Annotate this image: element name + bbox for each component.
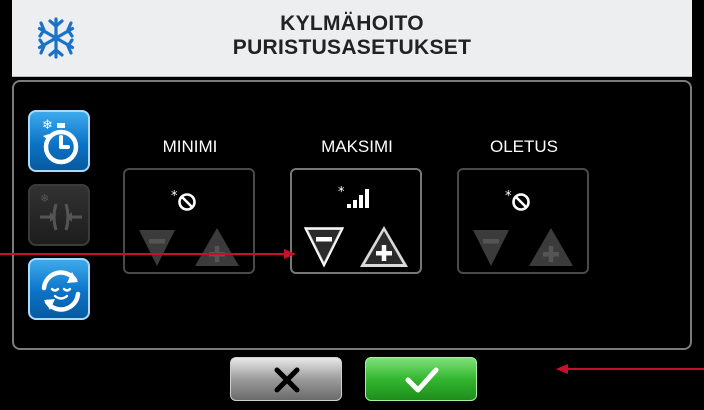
decrease-button[interactable]	[473, 230, 509, 266]
increase-button[interactable]	[529, 228, 573, 266]
relax-cycle-icon	[41, 270, 81, 312]
x-icon	[274, 367, 300, 393]
title-line-1: KYLMÄHOITO	[280, 12, 424, 35]
settings-panel: ❄ ❄ MINIMI * MAKSIMI * OLETUS *	[12, 80, 692, 350]
annotation-arrow-left	[0, 249, 296, 259]
checkmark-icon	[405, 367, 439, 393]
signal-bars-icon: *	[338, 185, 369, 208]
no-compression-icon: *	[505, 189, 530, 211]
svg-text:❄: ❄	[42, 118, 53, 133]
confirm-button[interactable]	[365, 357, 477, 401]
column-label-minimi: MINIMI	[162, 137, 218, 156]
increase-button[interactable]	[360, 226, 408, 267]
no-compression-icon: *	[171, 189, 196, 211]
annotation-arrow-right	[556, 364, 704, 374]
stopwatch-icon: ❄	[42, 118, 79, 165]
cancel-button[interactable]	[230, 357, 342, 401]
svg-text:*: *	[505, 189, 512, 204]
svg-text:❄: ❄	[40, 192, 49, 205]
svg-text:*: *	[338, 185, 345, 200]
column-label-oletus: OLETUS	[489, 137, 559, 156]
column-label-maksimi: MAKSIMI	[321, 137, 393, 156]
maksimi-setting-box: *	[290, 168, 422, 274]
title-line-2: PURISTUSASETUKSET	[232, 36, 472, 59]
oletus-setting-box: *	[457, 168, 589, 274]
compression-button[interactable]: ❄	[28, 184, 90, 246]
timer-button[interactable]: ❄	[28, 110, 90, 172]
page-title: KYLMÄHOITO PURISTUSASETUKSET	[12, 12, 692, 60]
header-bar: KYLMÄHOITO PURISTUSASETUKSET	[12, 0, 692, 77]
decrease-button[interactable]	[303, 227, 345, 268]
svg-text:*: *	[171, 189, 178, 204]
